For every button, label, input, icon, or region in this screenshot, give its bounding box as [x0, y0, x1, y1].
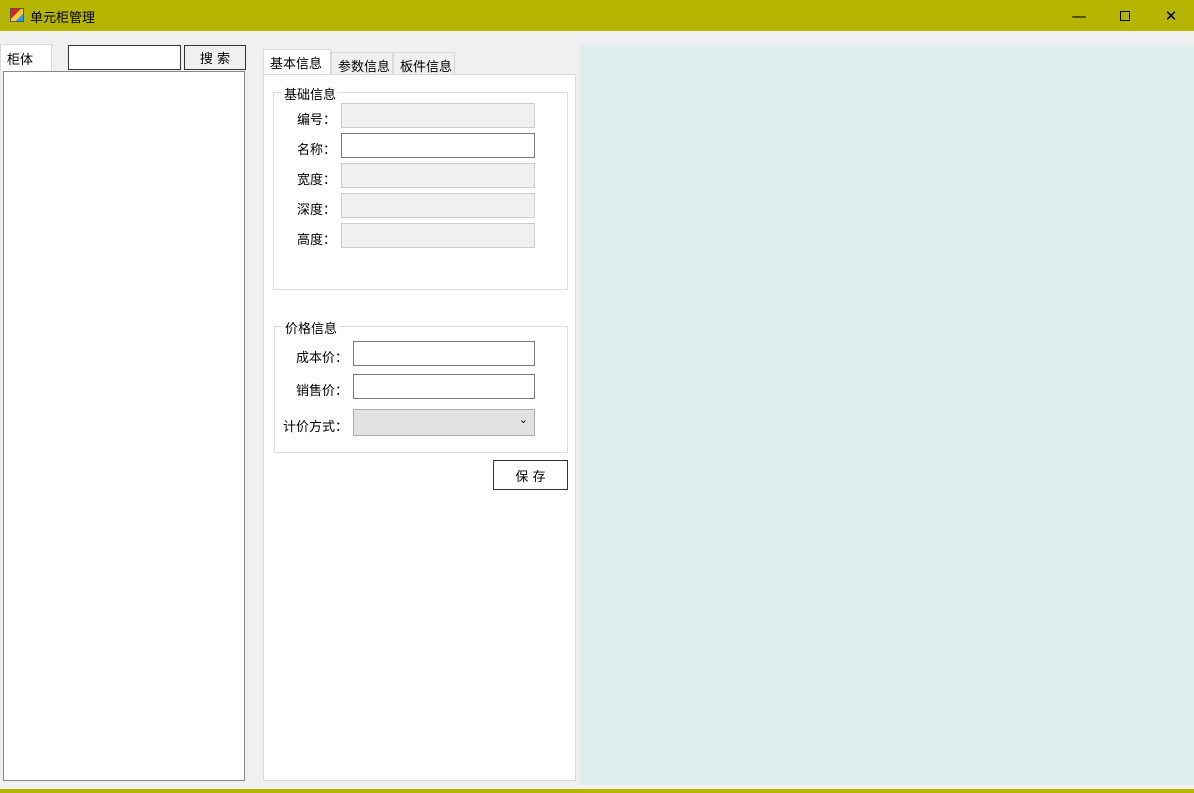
depth-label: 深度：: [296, 203, 336, 218]
app-icon: [10, 8, 24, 22]
chevron-down-icon: ⌄: [518, 413, 528, 426]
tab-panel-info[interactable]: 板件信息: [393, 52, 455, 75]
tab-label: 参数信息: [338, 60, 391, 75]
group-title: 价格信息: [283, 318, 340, 337]
pricing-method-label: 计价方式：: [282, 420, 348, 435]
height-label: 高度：: [296, 233, 336, 248]
tab-label: 基本信息: [270, 57, 323, 72]
close-icon: ✕: [1164, 6, 1178, 25]
name-field[interactable]: [341, 133, 535, 158]
window-title: 单元柜管理: [30, 11, 96, 26]
search-button[interactable]: 搜 索: [184, 45, 246, 70]
pricing-method-select[interactable]: ⌄: [353, 409, 535, 436]
tab-basic-info[interactable]: 基本信息: [263, 49, 331, 74]
width-field[interactable]: [341, 163, 535, 188]
tab-param-info[interactable]: 参数信息: [331, 52, 393, 75]
depth-field[interactable]: [341, 193, 535, 218]
cabinet-list[interactable]: [3, 71, 245, 781]
title-bar: [0, 0, 1194, 31]
sale-label: 销售价：: [295, 384, 348, 399]
minimize-button[interactable]: —: [1056, 0, 1102, 31]
close-button[interactable]: ✕: [1148, 0, 1194, 31]
maximize-button[interactable]: [1102, 0, 1148, 31]
tab-strip: 基本信息 参数信息 板件信息: [263, 49, 463, 75]
sale-price-field[interactable]: [353, 374, 535, 399]
tab-content: 基础信息 编号： 名称： 宽度： 深度： 高度： 价格信息 成本价： 销售价： …: [263, 74, 576, 781]
tab-label: 柜体: [7, 53, 34, 68]
height-field[interactable]: [341, 223, 535, 248]
code-label: 编号：: [296, 113, 336, 128]
group-title: 基础信息: [282, 84, 339, 103]
tab-label: 板件信息: [400, 60, 453, 75]
save-button[interactable]: 保 存: [493, 460, 568, 490]
width-label: 宽度：: [296, 173, 336, 188]
cost-price-field[interactable]: [353, 341, 535, 366]
name-label: 名称：: [296, 143, 336, 158]
search-input[interactable]: [68, 45, 181, 70]
cost-label: 成本价：: [295, 351, 348, 366]
window-border: [0, 789, 1194, 793]
minimize-icon: —: [1071, 6, 1087, 25]
code-field[interactable]: [341, 103, 535, 128]
tab-cabinet[interactable]: 柜体: [0, 44, 52, 71]
maximize-icon: [1120, 10, 1130, 21]
preview-area: [580, 45, 1194, 785]
